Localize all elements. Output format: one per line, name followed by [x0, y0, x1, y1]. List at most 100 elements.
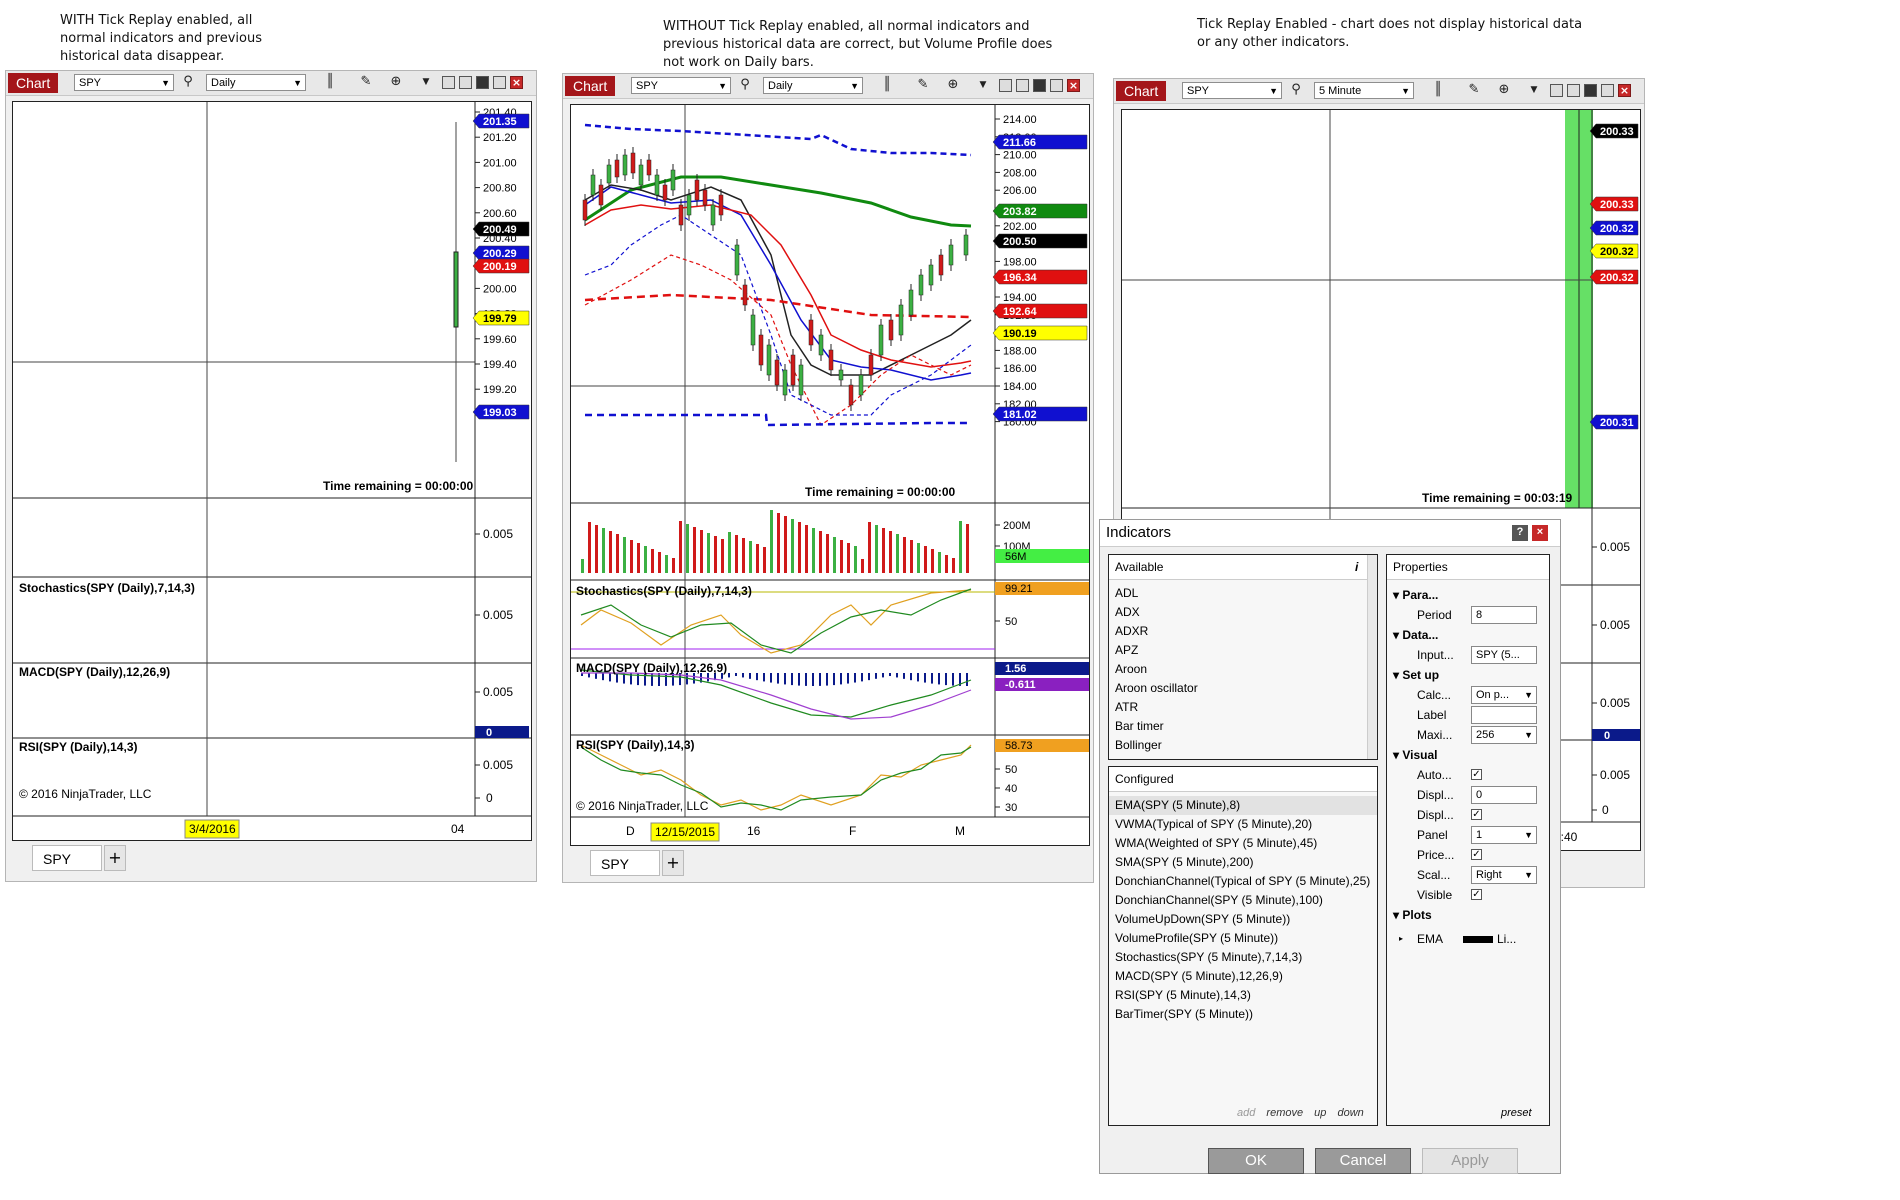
- tab-spy[interactable]: SPY: [590, 850, 660, 876]
- volume-bar: [637, 543, 640, 573]
- search-icon[interactable]: ⚲: [1288, 82, 1304, 98]
- displacement-field[interactable]: 0: [1471, 786, 1537, 804]
- list-item[interactable]: BarTimer(SPY (5 Minute)): [1109, 1005, 1377, 1024]
- add-tab-button[interactable]: +: [662, 850, 684, 876]
- search-icon[interactable]: ⚲: [180, 74, 196, 90]
- list-item[interactable]: Aroon oscillator: [1109, 679, 1377, 698]
- zoom-icon[interactable]: ⊕: [945, 77, 961, 93]
- list-item[interactable]: RSI(SPY (5 Minute),14,3): [1109, 986, 1377, 1005]
- bar-style-icon[interactable]: ║: [1430, 82, 1446, 98]
- label-field[interactable]: [1471, 706, 1537, 724]
- expand-arrow-icon[interactable]: ▸: [1399, 929, 1403, 949]
- zoom-icon[interactable]: ⊕: [388, 74, 404, 90]
- add-link[interactable]: add: [1237, 1107, 1255, 1119]
- input-field[interactable]: SPY (5...: [1471, 646, 1537, 664]
- pencil-icon[interactable]: ✎: [358, 74, 374, 90]
- price-flag-text: 199.79: [483, 313, 517, 325]
- zoom-icon[interactable]: ⊕: [1496, 82, 1512, 98]
- list-item[interactable]: VolumeProfile(SPY (5 Minute)): [1109, 929, 1377, 948]
- period-field[interactable]: 8: [1471, 606, 1537, 624]
- scrollbar[interactable]: [1367, 555, 1377, 759]
- dropdown-arrow-icon[interactable]: ▼: [975, 77, 991, 93]
- list-item[interactable]: Bar timer: [1109, 717, 1377, 736]
- close-button[interactable]: ×: [1618, 84, 1631, 97]
- section-setup[interactable]: ▾ Set up: [1387, 665, 1547, 685]
- apply-button[interactable]: Apply: [1422, 1148, 1518, 1174]
- pencil-icon[interactable]: ✎: [915, 77, 931, 93]
- list-item[interactable]: SMA(SPY (5 Minute),200): [1109, 853, 1377, 872]
- chart-menu-button[interactable]: Chart: [565, 76, 616, 96]
- remove-link[interactable]: remove: [1266, 1107, 1303, 1119]
- volume-bar: [749, 541, 752, 573]
- instrument-selector[interactable]: SPY ▼: [74, 74, 174, 91]
- list-item[interactable]: ATR: [1109, 698, 1377, 717]
- window-option-button[interactable]: [442, 76, 455, 89]
- window-option-button[interactable]: [999, 79, 1012, 92]
- maximum-bars-select[interactable]: 256 ▼: [1471, 726, 1537, 744]
- list-item[interactable]: APZ: [1109, 641, 1377, 660]
- chart-menu-button[interactable]: Chart: [1116, 81, 1167, 101]
- list-item[interactable]: Aroon: [1109, 660, 1377, 679]
- list-item[interactable]: DonchianChannel(Typical of SPY (5 Minute…: [1109, 872, 1377, 891]
- calculate-select[interactable]: On p... ▼: [1471, 686, 1537, 704]
- section-plots[interactable]: ▾ Plots: [1387, 905, 1547, 925]
- list-item[interactable]: DonchianChannel(SPY (5 Minute),100): [1109, 891, 1377, 910]
- interval-selector[interactable]: Daily ▼: [206, 74, 306, 91]
- maximize-button[interactable]: [1601, 84, 1614, 97]
- search-icon[interactable]: ⚲: [737, 77, 753, 93]
- maximize-button[interactable]: [1050, 79, 1063, 92]
- price-marker-checkbox[interactable]: ✓: [1471, 849, 1482, 860]
- auto-scale-checkbox[interactable]: ✓: [1471, 769, 1482, 780]
- interval-selector[interactable]: Daily ▼: [763, 77, 863, 94]
- volume-bar: [630, 540, 633, 573]
- section-params[interactable]: ▾ Para...: [1387, 585, 1547, 605]
- dropdown-arrow-icon[interactable]: ▼: [1526, 82, 1542, 98]
- prop-ema-plot[interactable]: ▸ EMA Li...: [1387, 929, 1547, 949]
- macd-bar: [917, 673, 919, 682]
- list-item[interactable]: VolumeUpDown(SPY (5 Minute)): [1109, 910, 1377, 929]
- minimize-button[interactable]: [1584, 84, 1597, 97]
- section-visual[interactable]: ▾ Visual: [1387, 745, 1547, 765]
- window-option-button[interactable]: [459, 76, 472, 89]
- down-link[interactable]: down: [1337, 1107, 1363, 1119]
- panel-select[interactable]: 1 ▼: [1471, 826, 1537, 844]
- preset-link[interactable]: preset: [1501, 1107, 1532, 1119]
- tab-spy[interactable]: SPY: [32, 845, 102, 871]
- list-item[interactable]: EMA(SPY (5 Minute),8): [1109, 796, 1377, 815]
- scale-select[interactable]: Right ▼: [1471, 866, 1537, 884]
- bar-style-icon[interactable]: ║: [322, 74, 338, 90]
- list-item[interactable]: WMA(Weighted of SPY (5 Minute),45): [1109, 834, 1377, 853]
- list-item[interactable]: ADL: [1109, 584, 1377, 603]
- close-button[interactable]: ×: [1067, 79, 1080, 92]
- list-item[interactable]: MACD(SPY (5 Minute),12,26,9): [1109, 967, 1377, 986]
- close-button[interactable]: ×: [1532, 525, 1548, 541]
- info-icon[interactable]: i: [1355, 555, 1358, 579]
- chart-menu-button[interactable]: Chart: [8, 73, 59, 93]
- list-item[interactable]: Bollinger: [1109, 736, 1377, 755]
- add-tab-button[interactable]: +: [104, 845, 126, 871]
- list-item[interactable]: VWMA(Typical of SPY (5 Minute),20): [1109, 815, 1377, 834]
- window-option-button[interactable]: [1567, 84, 1580, 97]
- window-option-button[interactable]: [1016, 79, 1029, 92]
- window-option-button[interactable]: [1550, 84, 1563, 97]
- help-button[interactable]: ?: [1512, 525, 1528, 541]
- section-data[interactable]: ▾ Data...: [1387, 625, 1547, 645]
- maximize-button[interactable]: [493, 76, 506, 89]
- up-link[interactable]: up: [1314, 1107, 1326, 1119]
- minimize-button[interactable]: [476, 76, 489, 89]
- ok-button[interactable]: OK: [1208, 1148, 1304, 1174]
- instrument-selector[interactable]: SPY ▼: [631, 77, 731, 94]
- cancel-button[interactable]: Cancel: [1315, 1148, 1411, 1174]
- interval-selector[interactable]: 5 Minute ▼: [1314, 82, 1414, 99]
- visible-checkbox[interactable]: ✓: [1471, 889, 1482, 900]
- display-checkbox[interactable]: ✓: [1471, 809, 1482, 820]
- list-item[interactable]: Stochastics(SPY (5 Minute),7,14,3): [1109, 948, 1377, 967]
- list-item[interactable]: ADX: [1109, 603, 1377, 622]
- minimize-button[interactable]: [1033, 79, 1046, 92]
- bar-style-icon[interactable]: ║: [879, 77, 895, 93]
- list-item[interactable]: ADXR: [1109, 622, 1377, 641]
- close-button[interactable]: ×: [510, 76, 523, 89]
- instrument-selector[interactable]: SPY ▼: [1182, 82, 1282, 99]
- dropdown-arrow-icon[interactable]: ▼: [418, 74, 434, 90]
- pencil-icon[interactable]: ✎: [1466, 82, 1482, 98]
